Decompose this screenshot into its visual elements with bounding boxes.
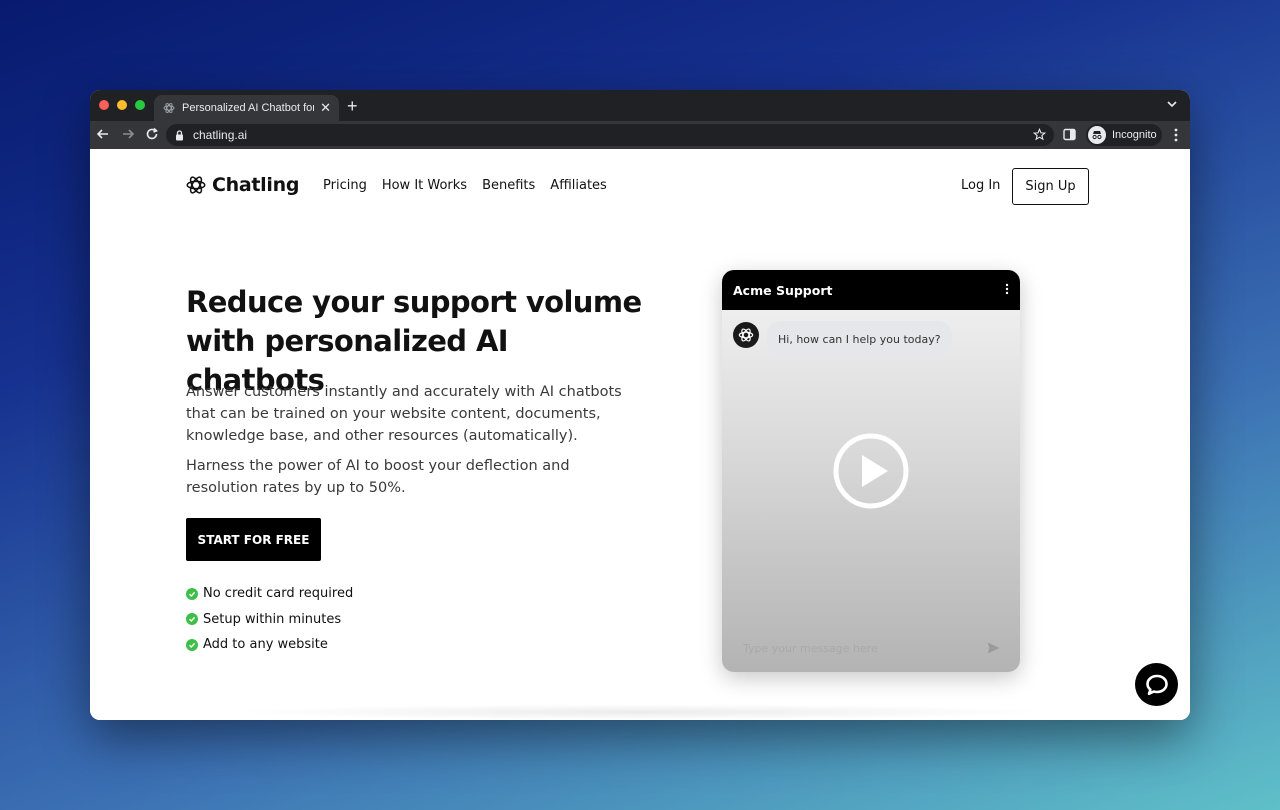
tab-bar: Personalized AI Chatbot for Cu ✕ + [90, 90, 1190, 121]
start-for-free-button[interactable]: START FOR FREE [186, 518, 321, 561]
check-circle-icon [186, 587, 198, 600]
new-tab-button[interactable]: + [347, 96, 358, 117]
brand-name: Chatling [212, 174, 300, 196]
tab-title: Personalized AI Chatbot for Cu [182, 102, 315, 114]
nav-link-how-it-works[interactable]: How It Works [382, 178, 467, 193]
web-page: Chatling Pricing How It Works Benefits A… [90, 149, 1190, 720]
brand-logo[interactable]: Chatling [186, 174, 299, 196]
chat-widget-header: Acme Support [722, 270, 1020, 310]
play-icon[interactable] [832, 432, 910, 510]
nav-link-affiliates[interactable]: Affiliates [550, 178, 607, 193]
forward-arrow-icon[interactable] [121, 127, 135, 141]
chat-launcher-button[interactable] [1135, 663, 1178, 706]
nav-link-pricing[interactable]: Pricing [323, 178, 367, 193]
list-item: Add to any website [186, 632, 353, 658]
close-window-button[interactable] [99, 100, 109, 110]
incognito-profile-button[interactable]: Incognito [1086, 124, 1162, 146]
browser-window: Personalized AI Chatbot for Cu ✕ + chatl… [90, 90, 1190, 720]
browser-toolbar: chatling.ai Incognito [90, 121, 1190, 149]
minimize-window-button[interactable] [117, 100, 127, 110]
incognito-icon [1088, 126, 1106, 144]
atom-favicon-icon [163, 103, 175, 113]
maximize-window-button[interactable] [135, 100, 145, 110]
nav-link-benefits[interactable]: Benefits [482, 178, 535, 193]
window-controls [99, 100, 145, 110]
lock-icon [176, 129, 183, 140]
side-panel-icon[interactable] [1063, 128, 1076, 141]
atom-logo-icon [738, 328, 754, 342]
atom-logo-icon [186, 176, 206, 194]
check-circle-icon [186, 613, 198, 626]
list-item: No credit card required [186, 581, 353, 607]
chat-message-input[interactable]: Type your message here [743, 642, 878, 655]
bot-avatar [733, 322, 759, 348]
signup-button[interactable]: Sign Up [1012, 168, 1089, 205]
chat-bubble-icon [1145, 674, 1168, 695]
check-label: Add to any website [203, 637, 328, 653]
check-label: Setup within minutes [203, 611, 342, 627]
back-arrow-icon[interactable] [96, 127, 110, 141]
login-link[interactable]: Log In [961, 178, 1000, 193]
url-text: chatling.ai [193, 128, 248, 142]
bot-message-bubble: Hi, how can I help you today? [767, 321, 952, 357]
chevron-down-icon[interactable] [1166, 98, 1178, 110]
address-bar[interactable]: chatling.ai [166, 124, 1054, 146]
section-divider-shadow [230, 704, 1050, 720]
list-item: Setup within minutes [186, 607, 353, 633]
close-tab-icon[interactable]: ✕ [320, 100, 331, 116]
site-header: Chatling Pricing How It Works Benefits A… [90, 149, 1190, 225]
main-nav: Pricing How It Works Benefits Affiliates [323, 178, 607, 193]
more-options-icon[interactable] [1005, 283, 1009, 295]
check-label: No credit card required [203, 586, 354, 602]
profile-label: Incognito [1112, 129, 1157, 141]
check-circle-icon [186, 638, 198, 651]
feature-checklist: No credit card required Setup within min… [186, 581, 353, 658]
hero-title-line-1: Reduce your support volume [186, 285, 642, 319]
reload-icon[interactable] [145, 127, 159, 141]
hero-subdescription: Harness the power of AI to boost your de… [186, 458, 570, 496]
chat-widget-title: Acme Support [733, 282, 833, 298]
browser-menu-icon[interactable] [1174, 128, 1178, 142]
bookmark-star-icon[interactable] [1033, 128, 1046, 141]
send-icon[interactable] [987, 642, 1000, 654]
browser-tab[interactable]: Personalized AI Chatbot for Cu ✕ [154, 95, 339, 121]
hero-description: Answer customers instantly and accuratel… [186, 384, 622, 444]
chatbot-demo-video[interactable]: Acme Support Hi, how can I help you toda… [722, 270, 1020, 672]
